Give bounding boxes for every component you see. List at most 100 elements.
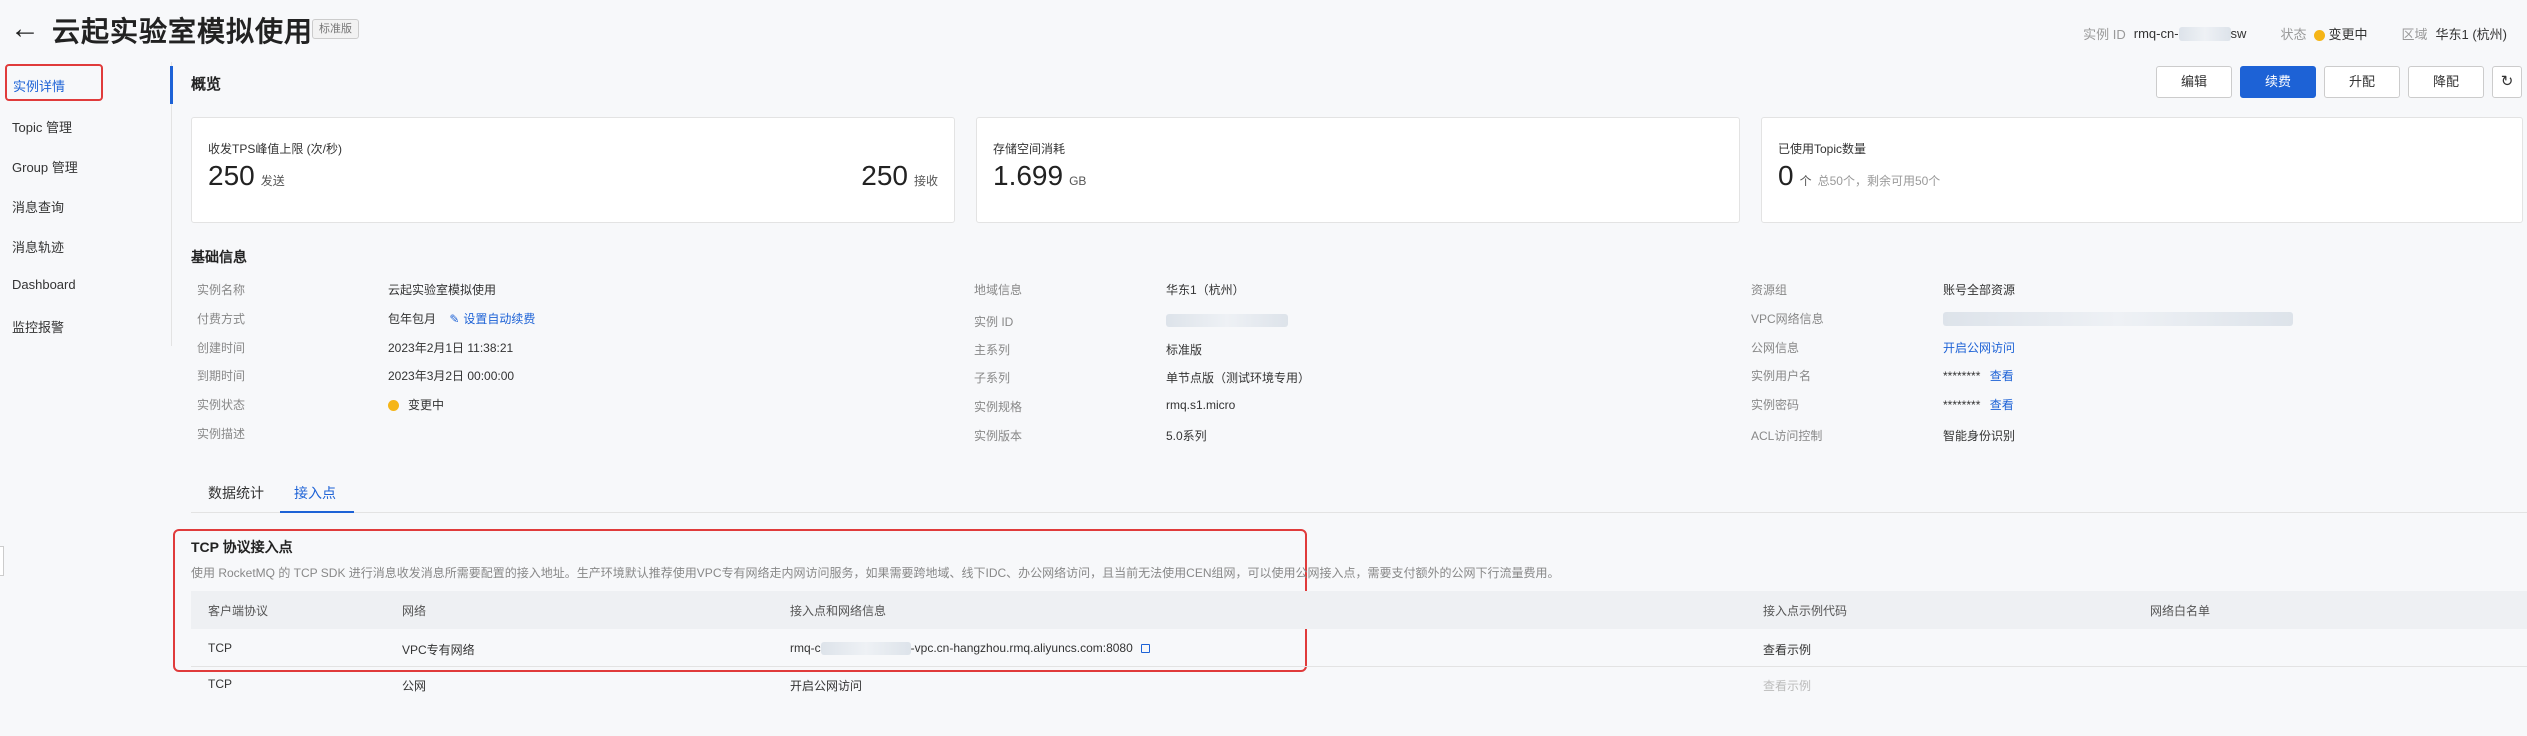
expire-value: 2023年3月2日 00:00:00 <box>388 369 515 383</box>
upgrade-button[interactable]: 升配 <box>2324 66 2400 98</box>
sidebar-item-group[interactable]: Group 管理 <box>12 157 78 176</box>
topics-card: 已使用Topic数量 0 个总50个，剩余可用50个 <box>1761 117 2523 223</box>
series-value: 标准版 <box>1166 343 1203 357</box>
sidebar-item-topic[interactable]: Topic 管理 <box>12 117 72 136</box>
region-info-label: 地域信息 <box>974 283 1023 297</box>
password-label: 实例密码 <box>1751 398 1800 412</box>
expire-label: 到期时间 <box>197 369 246 383</box>
col-example: 接入点示例代码 <box>1763 604 1848 618</box>
spec-value: rmq.s1.micro <box>1166 398 1236 412</box>
instance-status-label: 实例状态 <box>197 398 246 412</box>
sidebar-item-dashboard[interactable]: Dashboard <box>12 277 76 292</box>
row1-view-example-link[interactable]: 查看示例 <box>1763 641 1811 658</box>
col-whitelist: 网络白名单 <box>2150 604 2211 618</box>
page-title: 云起实验室模拟使用 <box>52 16 314 47</box>
resource-group-label: 资源组 <box>1751 283 1788 297</box>
tab-endpoints[interactable]: 接入点 <box>294 483 336 503</box>
row-divider <box>191 666 2527 667</box>
acl-value: 智能身份识别 <box>1943 429 2016 443</box>
instance-status-value: 变更中 <box>388 396 444 413</box>
row2-view-example-disabled: 查看示例 <box>1763 679 1812 693</box>
region-label: 区域 <box>2401 27 2428 42</box>
instance-id-redacted <box>1166 314 1288 327</box>
sidebar-item-message-query[interactable]: 消息查询 <box>12 197 64 216</box>
username-label: 实例用户名 <box>1751 369 1812 383</box>
edition-badge: 标准版 <box>312 19 359 39</box>
sidebar-item-instance-detail[interactable]: 实例详情 <box>5 64 103 101</box>
status-value: 变更中 <box>2314 24 2367 43</box>
tab-statistics[interactable]: 数据统计 <box>208 483 264 503</box>
pay-label: 付费方式 <box>197 312 246 326</box>
username-value: ******** 查看 <box>1943 369 2014 383</box>
refresh-button[interactable]: ↻ <box>2492 66 2522 98</box>
sidebar-item-monitor[interactable]: 监控报警 <box>12 317 64 336</box>
tps-receive: 250 接收 <box>861 160 938 191</box>
tps-card: 收发TPS峰值上限 (次/秒) 250 发送 250 接收 <box>191 117 955 223</box>
pay-value: 包年包月 ✎ 设置自动续费 <box>388 312 536 326</box>
created-value: 2023年2月1日 11:38:21 <box>388 341 514 355</box>
vpc-label: VPC网络信息 <box>1751 312 1824 326</box>
instance-id-value: rmq-cn-sw <box>2133 25 2247 42</box>
auto-renew-link[interactable]: ✎ 设置自动续费 <box>449 312 535 326</box>
status-dot-icon <box>388 400 399 412</box>
instance-name-label: 实例名称 <box>197 283 246 297</box>
sidebar-item-message-trace[interactable]: 消息轨迹 <box>12 237 64 256</box>
edit-button[interactable]: 编辑 <box>2156 66 2232 98</box>
enable-public-access-link[interactable]: 开启公网访问 <box>1943 339 2015 356</box>
instance-id-info-label: 实例 ID <box>974 315 1014 329</box>
row2-enable-public-link[interactable]: 开启公网访问 <box>790 677 862 694</box>
tps-label: 收发TPS峰值上限 (次/秒) <box>208 142 342 156</box>
resource-group-value: 账号全部资源 <box>1943 283 2016 297</box>
renew-button[interactable]: 续费 <box>2240 66 2316 98</box>
series-label: 主系列 <box>974 343 1011 357</box>
back-arrow-icon[interactable]: ← <box>10 14 40 44</box>
refresh-icon: ↻ <box>2500 73 2514 90</box>
spec-label: 实例规格 <box>974 400 1023 414</box>
title-accent-bar <box>170 66 173 104</box>
col-endpoint: 接入点和网络信息 <box>790 604 887 618</box>
acl-label: ACL访问控制 <box>1751 429 1823 443</box>
topics-label: 已使用Topic数量 <box>1778 142 1867 156</box>
row1-protocol: TCP <box>208 641 232 655</box>
instance-meta: 实例 ID rmq-cn-sw 状态 变更中 区域 华东1 (杭州) <box>2083 24 2507 43</box>
subseries-label: 子系列 <box>974 371 1011 385</box>
tcp-section-description: 使用 RocketMQ 的 TCP SDK 进行消息收发消息所需要配置的接入地址… <box>191 566 1560 580</box>
copy-icon[interactable] <box>1140 644 1150 654</box>
overview-title: 概览 <box>191 76 222 93</box>
active-tab-underline <box>280 511 354 513</box>
region-info-value: 华东1（杭州） <box>1166 283 1245 297</box>
view-username-link[interactable]: 查看 <box>1990 369 2014 383</box>
collapse-handle[interactable] <box>0 546 4 576</box>
version-value: 5.0系列 <box>1166 429 1207 443</box>
desc-label: 实例描述 <box>197 427 246 441</box>
instance-name-value: 云起实验室模拟使用 <box>388 283 497 297</box>
storage-card: 存储空间消耗 1.699 GB <box>976 117 1740 223</box>
downgrade-button[interactable]: 降配 <box>2408 66 2484 98</box>
row2-protocol: TCP <box>208 677 232 691</box>
storage-label: 存储空间消耗 <box>993 142 1066 156</box>
page: { "header": { "back_icon": "arrow-left-i… <box>0 0 2527 736</box>
instance-id-label: 实例 ID <box>2083 27 2126 42</box>
basic-info-title: 基础信息 <box>191 249 247 265</box>
status-label: 状态 <box>2280 27 2307 42</box>
region-value: 华东1 (杭州) <box>2435 27 2507 42</box>
tcp-section-title: TCP 协议接入点 <box>191 539 293 555</box>
version-label: 实例版本 <box>974 429 1023 443</box>
edit-pencil-icon: ✎ <box>449 312 460 326</box>
view-password-link[interactable]: 查看 <box>1990 398 2014 412</box>
subseries-value: 单节点版（测试环境专用） <box>1166 371 1311 385</box>
password-value: ******** 查看 <box>1943 398 2014 412</box>
col-protocol: 客户端协议 <box>208 604 269 618</box>
row2-network: 公网 <box>402 679 427 693</box>
topics-value: 0 个总50个，剩余可用50个 <box>1778 160 1941 191</box>
created-label: 创建时间 <box>197 341 246 355</box>
col-network: 网络 <box>402 604 427 618</box>
row1-network: VPC专有网络 <box>402 643 475 657</box>
tps-send: 250 发送 <box>208 160 285 191</box>
vpc-info-redacted <box>1943 312 2293 326</box>
storage-value: 1.699 GB <box>993 160 1087 191</box>
public-network-label: 公网信息 <box>1751 341 1800 355</box>
row1-endpoint: rmq-c -vpc.cn-hangzhou.rmq.aliyuncs.com:8… <box>790 641 1150 656</box>
tabs-divider <box>191 512 2527 513</box>
status-dot-icon <box>2314 30 2326 42</box>
